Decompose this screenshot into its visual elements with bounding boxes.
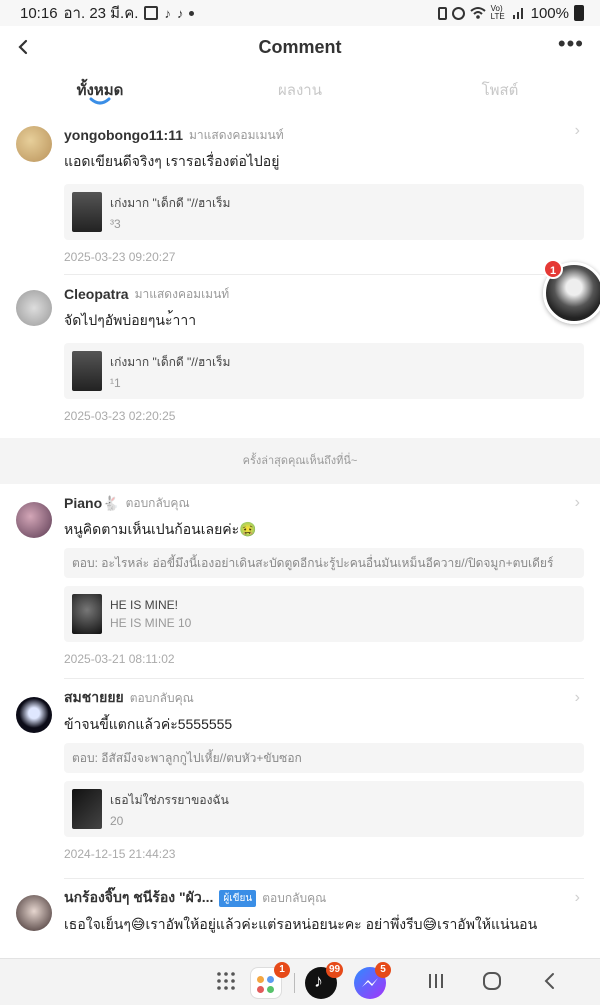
comment-item[interactable]: › yongobongo11:11 มาแสดงคอมเมนท์ แอดเขีย… bbox=[0, 116, 600, 274]
tab-works[interactable]: ผลงาน bbox=[200, 70, 400, 116]
wifi-icon bbox=[469, 7, 486, 19]
reply-username[interactable]: Piano🐇 bbox=[64, 495, 120, 512]
tiktok-notif-icon: ♪ bbox=[164, 5, 171, 21]
tiktok-badge: 99 bbox=[326, 962, 344, 978]
nav-separator bbox=[294, 973, 295, 993]
status-bar: 10:16 อา. 23 มี.ค. ♪ ♪ Vo) LTE 100% bbox=[0, 0, 600, 26]
avatar[interactable] bbox=[16, 290, 52, 326]
comment-action: มาแสดงคอมเมนท์ bbox=[134, 286, 230, 301]
header: Comment ••• bbox=[0, 26, 600, 68]
avatar[interactable] bbox=[16, 895, 52, 931]
battery-percent: 100% bbox=[530, 4, 569, 22]
comment-text: แอดเขียนดีจริงๆ เรารอเรื่องต่อไปอยู่ bbox=[64, 153, 280, 169]
chevron-right-icon: › bbox=[574, 494, 580, 511]
comment-username[interactable]: yongobongo11:11 bbox=[64, 127, 183, 143]
signal-icon bbox=[512, 8, 523, 19]
page-title: Comment bbox=[258, 36, 342, 57]
dot-icon bbox=[189, 10, 195, 16]
comment-date: 2025-03-23 02:20:25 bbox=[64, 409, 176, 423]
author-badge: ผู้เขียน bbox=[219, 889, 257, 907]
gallery-icon bbox=[144, 6, 159, 20]
tab-all[interactable]: ทั้งหมด bbox=[0, 70, 200, 116]
tab-bar: ทั้งหมด ผลงาน โพสต์ bbox=[0, 70, 600, 116]
system-nav-bar: 1 ♪ 99 5 bbox=[0, 958, 600, 1005]
chevron-right-icon: › bbox=[574, 889, 580, 906]
tab-active-indicator bbox=[89, 97, 111, 105]
quoted-reply: ตอบ: อีสัสมึงจะพาลูกกูไปเหี้ย//ตบหัว+ขับ… bbox=[64, 743, 584, 773]
reply-item[interactable]: › Piano🐇 ตอบกลับคุณ หนูคิดตามเห็นเปนก้อน… bbox=[0, 484, 600, 678]
comment-username[interactable]: Cleopatra bbox=[64, 286, 129, 302]
avatar[interactable] bbox=[16, 697, 52, 733]
work-chapter: HE IS MINE 10 bbox=[110, 616, 192, 630]
comment-action: มาแสดงคอมเมนท์ bbox=[189, 127, 284, 142]
comment-text: จัดไปๆอัพบ่อยๆนะ้าาา bbox=[64, 312, 197, 328]
work-title: เก่งมาก "เด็กดี "//ฮาเร็ม bbox=[110, 354, 231, 369]
floating-notification-badge: 1 bbox=[543, 259, 563, 279]
reply-action: ตอบกลับคุณ bbox=[125, 495, 190, 510]
work-title: เธอไม่ใช่ภรรยาของฉัน bbox=[110, 792, 229, 807]
comment-item[interactable]: › Cleopatra มาแสดงคอมเมนท์ จัดไปๆอัพบ่อย… bbox=[0, 275, 600, 438]
work-card[interactable]: เก่งมาก "เด็กดี "//ฮาเร็ม ³3 bbox=[64, 184, 584, 240]
tiktok-notif-icon-2: ♪ bbox=[176, 5, 184, 21]
reply-text: หนูคิดตามเห็นเปนก้อนเลยค่ะ🤢 bbox=[64, 521, 257, 537]
work-chapter: 20 bbox=[110, 813, 124, 828]
tab-posts-label: โพสต์ bbox=[481, 82, 519, 99]
reply-username[interactable]: สมชายยย bbox=[64, 687, 124, 709]
work-thumbnail bbox=[72, 351, 102, 391]
chevron-right-icon: › bbox=[574, 689, 580, 706]
comment-list: › yongobongo11:11 มาแสดงคอมเมนท์ แอดเขีย… bbox=[0, 116, 600, 959]
battery-icon bbox=[574, 5, 584, 21]
battery-saver-icon bbox=[437, 6, 447, 20]
last-seen-separator: ครั้งล่าสุดคุณเห็นถึงที่นี่~ bbox=[0, 438, 600, 484]
home-icon[interactable] bbox=[482, 969, 502, 993]
status-time: 10:16 bbox=[20, 4, 58, 22]
avatar[interactable] bbox=[16, 126, 52, 162]
network-label: Vo) LTE bbox=[490, 4, 505, 21]
work-card[interactable]: เธอไม่ใช่ภรรยาของฉัน 20 bbox=[64, 781, 584, 837]
tab-posts[interactable]: โพสต์ bbox=[400, 70, 600, 116]
app-drawer-icon[interactable] bbox=[216, 971, 236, 991]
app-folder-badge: 1 bbox=[274, 962, 290, 978]
more-options-icon[interactable]: ••• bbox=[558, 33, 584, 55]
alarm-icon bbox=[451, 6, 465, 20]
reply-username[interactable]: นกร้องจิ๊บๆ ชนีร้อง "ผัว... bbox=[64, 887, 213, 909]
work-chapter: ¹1 bbox=[110, 375, 121, 390]
reply-text: เธอใจเย็นๆ😅เราอัพให้อยู่แล้วค่ะแต่รอหน่อ… bbox=[64, 916, 538, 932]
work-thumbnail bbox=[72, 594, 102, 634]
reply-item[interactable]: › สมชายยย ตอบกลับคุณ ข้าจนขี้แตกแล้วค่ะ5… bbox=[0, 679, 600, 878]
avatar[interactable] bbox=[16, 502, 52, 538]
last-seen-label: ครั้งล่าสุดคุณเห็นถึงที่นี่~ bbox=[242, 455, 358, 467]
work-title: เก่งมาก "เด็กดี "//ฮาเร็ม bbox=[110, 195, 231, 210]
status-date: อา. 23 มี.ค. bbox=[63, 5, 139, 22]
work-chapter: ³3 bbox=[110, 216, 121, 231]
work-title: HE IS MINE! bbox=[110, 598, 179, 612]
reply-action: ตอบกลับคุณ bbox=[262, 890, 327, 905]
recent-apps-icon[interactable] bbox=[426, 969, 446, 993]
quoted-reply: ตอบ: อะไรหล่ะ อ่อขี้มึงนี้เองอย่าเดินสะบ… bbox=[64, 548, 584, 578]
work-card[interactable]: เก่งมาก "เด็กดี "//ฮาเร็ม ¹1 bbox=[64, 343, 584, 399]
work-thumbnail bbox=[72, 192, 102, 232]
reply-date: 2025-03-21 08:11:02 bbox=[64, 652, 175, 666]
chevron-right-icon: › bbox=[574, 122, 580, 139]
reply-date: 2024-12-15 21:44:23 bbox=[64, 847, 176, 861]
back-nav-icon[interactable] bbox=[540, 969, 560, 993]
tab-works-label: ผลงาน bbox=[278, 82, 322, 99]
reply-action: ตอบกลับคุณ bbox=[129, 690, 194, 705]
reply-text: ข้าจนขี้แตกแล้วค่ะ5555555 bbox=[64, 716, 233, 732]
messenger-badge: 5 bbox=[375, 962, 391, 978]
reply-item[interactable]: › นกร้องจิ๊บๆ ชนีร้อง "ผัว... ผู้เขียน ต… bbox=[0, 879, 600, 959]
work-thumbnail bbox=[72, 789, 102, 829]
work-card[interactable]: HE IS MINE! HE IS MINE 10 bbox=[64, 586, 584, 642]
back-arrow-icon[interactable] bbox=[12, 32, 38, 62]
comment-date: 2025-03-23 09:20:27 bbox=[64, 250, 176, 264]
